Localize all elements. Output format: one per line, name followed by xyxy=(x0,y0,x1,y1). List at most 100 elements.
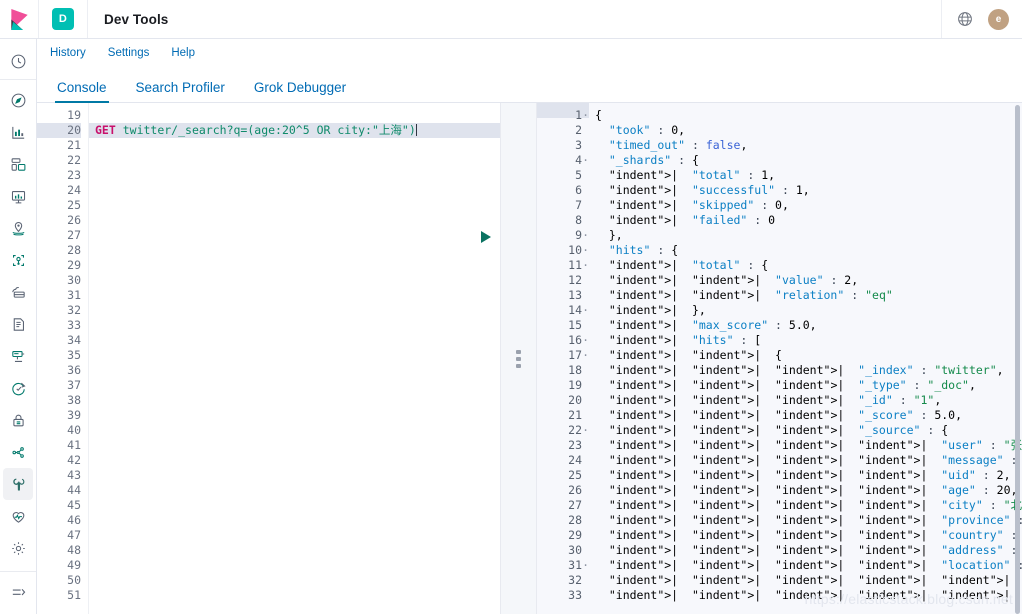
sidebar-item-apm[interactable] xyxy=(3,436,33,468)
response-code-line[interactable]: "indent">| "total" : 1, xyxy=(589,168,1022,183)
request-code-line[interactable] xyxy=(89,273,500,288)
response-code-line[interactable]: "indent">| "total" : { xyxy=(589,258,1022,273)
sidebar-collapse-button[interactable] xyxy=(3,576,33,608)
response-code-line[interactable]: "indent">| "hits" : [ xyxy=(589,333,1022,348)
response-code-area[interactable]: { "took" : 0, "timed_out" : false, "_sha… xyxy=(589,103,1022,614)
sidebar-item-dashboard[interactable] xyxy=(3,148,33,180)
response-code-line[interactable]: "indent">| "failed" : 0 xyxy=(589,213,1022,228)
request-code-line[interactable] xyxy=(89,468,500,483)
response-code-line[interactable]: "indent">| "indent">| "indent">| "_sourc… xyxy=(589,423,1022,438)
sidebar-item-management[interactable] xyxy=(3,532,33,564)
request-code-line[interactable] xyxy=(89,243,500,258)
response-code-line[interactable]: "indent">| "indent">| "indent">| "indent… xyxy=(589,453,1022,468)
sidebar-item-monitoring[interactable] xyxy=(3,500,33,532)
sidebar-item-canvas[interactable] xyxy=(3,180,33,212)
response-code-line[interactable]: "indent">| "indent">| "value" : 2, xyxy=(589,273,1022,288)
response-code-line[interactable]: }, xyxy=(589,228,1022,243)
request-code-line[interactable] xyxy=(89,378,500,393)
tab-search-profiler[interactable]: Search Profiler xyxy=(136,80,225,102)
sidebar-item-machine-learning[interactable] xyxy=(3,244,33,276)
fold-toggle-icon[interactable]: · xyxy=(582,243,589,258)
sidebar-item-discover[interactable] xyxy=(3,84,33,116)
request-code-line[interactable] xyxy=(89,363,500,378)
response-code-line[interactable]: "indent">| "indent">| "indent">| "_index… xyxy=(589,363,1022,378)
menu-history[interactable]: History xyxy=(50,47,86,59)
request-code-line[interactable] xyxy=(89,303,500,318)
request-code-line[interactable] xyxy=(89,393,500,408)
response-pane[interactable]: 1 · 2 3 4 · 5 6 7 8 9 · 10 · 11 · 12 13 14 · 15 16 · 17 · 18 19 20 2… xyxy=(537,103,1022,614)
request-code-line[interactable] xyxy=(89,408,500,423)
fold-toggle-icon[interactable]: · xyxy=(582,333,589,348)
sidebar-item-uptime[interactable] xyxy=(3,372,33,404)
response-code-line[interactable]: "indent">| "indent">| "indent">| "indent… xyxy=(589,543,1022,558)
response-code-line[interactable]: "timed_out" : false, xyxy=(589,138,1022,153)
menu-settings[interactable]: Settings xyxy=(108,47,150,59)
response-code-line[interactable]: "indent">| "indent">| "indent">| "indent… xyxy=(589,588,1022,603)
request-code-line[interactable] xyxy=(89,528,500,543)
request-editor-pane[interactable]: 19 20 21 22 23 24 25 26 27 28 29 30 31 32 33 34 35 36 37 38… xyxy=(37,103,525,614)
fold-toggle-icon[interactable]: · xyxy=(582,153,589,168)
response-code-line[interactable]: "indent">| "indent">| "indent">| "indent… xyxy=(589,438,1022,453)
play-icon[interactable] xyxy=(481,231,491,243)
response-code-line[interactable]: "indent">| "indent">| "relation" : "eq" xyxy=(589,288,1022,303)
request-code-line[interactable] xyxy=(89,153,500,168)
response-code-line[interactable]: "indent">| "skipped" : 0, xyxy=(589,198,1022,213)
panel-splitter[interactable] xyxy=(500,103,537,614)
request-code-line[interactable] xyxy=(89,543,500,558)
request-code-line[interactable] xyxy=(89,258,500,273)
fold-toggle-icon[interactable]: · xyxy=(582,258,589,273)
request-code-line[interactable] xyxy=(89,288,500,303)
response-code-line[interactable]: "_shards" : { xyxy=(589,153,1022,168)
fold-toggle-icon[interactable]: · xyxy=(582,228,589,243)
sidebar-item-visualize[interactable] xyxy=(3,116,33,148)
request-code-area[interactable]: GET twitter/_search?q=(age:20^5 OR city:… xyxy=(89,103,500,614)
request-code-line[interactable] xyxy=(89,498,500,513)
fold-toggle-icon[interactable]: · xyxy=(582,423,589,438)
response-code-line[interactable]: "indent">| "indent">| "indent">| "indent… xyxy=(589,498,1022,513)
response-code-line[interactable]: "indent">| "indent">| { xyxy=(589,348,1022,363)
request-code-line[interactable] xyxy=(89,558,500,573)
response-code-line[interactable]: "took" : 0, xyxy=(589,123,1022,138)
menu-help[interactable]: Help xyxy=(171,47,195,59)
fold-toggle-icon[interactable]: · xyxy=(582,108,589,123)
response-code-line[interactable]: "indent">| "indent">| "indent">| "indent… xyxy=(589,558,1022,573)
sidebar-item-logs[interactable] xyxy=(3,308,33,340)
sidebar-item-dev-tools[interactable] xyxy=(3,468,33,500)
sidebar-item-siem[interactable] xyxy=(3,404,33,436)
response-code-line[interactable]: "indent">| "indent">| "indent">| "_id" :… xyxy=(589,393,1022,408)
request-code-line[interactable] xyxy=(89,453,500,468)
response-code-line[interactable]: "hits" : { xyxy=(589,243,1022,258)
sidebar-item-maps[interactable] xyxy=(3,212,33,244)
response-code-line[interactable]: "indent">| "indent">| "indent">| "indent… xyxy=(589,513,1022,528)
request-code-line[interactable] xyxy=(89,438,500,453)
request-code-line[interactable]: GET twitter/_search?q=(age:20^5 OR city:… xyxy=(89,123,500,138)
response-code-line[interactable]: "indent">| "indent">| "indent">| "indent… xyxy=(589,573,1022,588)
globe-help-icon[interactable] xyxy=(956,10,974,28)
request-code-line[interactable] xyxy=(89,513,500,528)
request-code-line[interactable] xyxy=(89,318,500,333)
response-code-line[interactable]: "indent">| "indent">| "indent">| "indent… xyxy=(589,468,1022,483)
response-scrollbar-thumb[interactable] xyxy=(1015,105,1020,614)
request-code-line[interactable] xyxy=(89,348,500,363)
sidebar-item-recently-viewed[interactable] xyxy=(3,45,33,77)
request-code-line[interactable] xyxy=(89,573,500,588)
request-code-line[interactable] xyxy=(89,588,500,603)
fold-toggle-icon[interactable]: · xyxy=(582,348,589,363)
kibana-logo-button[interactable] xyxy=(0,0,39,38)
sidebar-item-infrastructure[interactable] xyxy=(3,276,33,308)
request-code-line[interactable] xyxy=(89,168,500,183)
response-code-line[interactable]: "indent">| "indent">| "indent">| "indent… xyxy=(589,528,1022,543)
response-code-line[interactable]: "indent">| }, xyxy=(589,303,1022,318)
response-code-line[interactable]: "indent">| "indent">| "indent">| "_score… xyxy=(589,408,1022,423)
response-code-line[interactable]: { xyxy=(589,108,1022,123)
fold-toggle-icon[interactable]: · xyxy=(582,558,589,573)
app-badge[interactable]: D xyxy=(39,0,88,38)
request-code-line[interactable] xyxy=(89,333,500,348)
response-code-line[interactable]: "indent">| "indent">| "indent">| "_type"… xyxy=(589,378,1022,393)
request-code-line[interactable] xyxy=(89,183,500,198)
response-code-line[interactable]: "indent">| "successful" : 1, xyxy=(589,183,1022,198)
sidebar-item-metrics[interactable] xyxy=(3,340,33,372)
response-code-line[interactable]: "indent">| "max_score" : 5.0, xyxy=(589,318,1022,333)
fold-toggle-icon[interactable]: · xyxy=(582,303,589,318)
tab-console[interactable]: Console xyxy=(55,80,109,103)
